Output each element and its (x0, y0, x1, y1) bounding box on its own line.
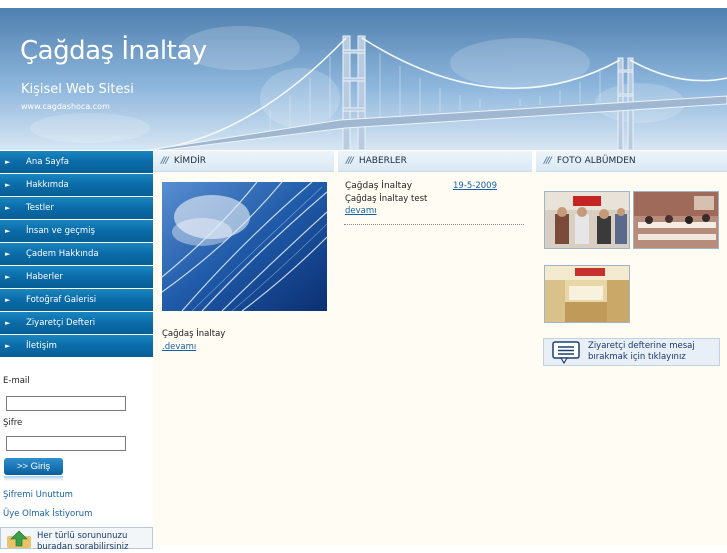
kimdir-heading: KİMDİR (173, 156, 207, 166)
login-button-reflection (4, 476, 63, 481)
arrow-right-icon: ► (5, 250, 11, 258)
arrow-right-icon: ► (5, 273, 11, 281)
arrow-right-icon: ► (5, 227, 11, 235)
haberler-header: /// HABERLER (338, 151, 532, 172)
kimdir-header: /// KİMDİR (153, 151, 334, 172)
nav-item-fotograf-galerisi[interactable]: ► Fotoğraf Galerisi (0, 289, 153, 311)
haberler-heading: HABERLER (358, 156, 407, 166)
album-photo-3[interactable] (544, 265, 630, 323)
sidebar-nav: ► Ana Sayfa ► Hakkımda ► Testler ► İnsan ve … (0, 151, 153, 358)
nav-item-ziyaretci-defteri[interactable]: ► Ziyaretçi Defteri (0, 312, 153, 334)
nav-item-label: Hakkımda (26, 180, 69, 190)
album-photo-2[interactable] (633, 191, 719, 249)
nav-item-haberler[interactable]: ► Haberler (0, 266, 153, 288)
password-label: Şifre (3, 418, 23, 428)
login-button[interactable]: >> Giriş (4, 458, 63, 475)
kimdir-more-link[interactable]: .devamı (162, 342, 196, 352)
nav-item-label: Ziyaretçi Defteri (26, 318, 96, 328)
arrow-right-icon: ► (5, 342, 11, 350)
header-banner: Çağdaş İnaltay Kişisel Web Sitesi www.ca… (0, 8, 727, 150)
arrow-right-icon: ► (5, 319, 11, 327)
nav-item-label: Testler (26, 203, 54, 213)
arrow-right-icon: ► (5, 204, 11, 212)
email-field[interactable] (6, 396, 126, 411)
bridge-banner-image (0, 8, 727, 150)
album-photo-1[interactable] (544, 191, 630, 249)
arrow-right-icon: ► (5, 181, 11, 189)
news-divider (344, 224, 524, 225)
news-date[interactable]: 19-5-2009 (453, 181, 497, 191)
site-subtitle: Kişisel Web Sitesi (21, 82, 134, 97)
nav-item-hakkimda[interactable]: ► Hakkımda (0, 174, 153, 196)
news-title[interactable]: Çağdaş İnaltay (345, 181, 412, 191)
slashes-icon: /// (346, 156, 354, 166)
arrow-right-icon: ► (5, 296, 11, 304)
nav-item-ana-sayfa[interactable]: ► Ana Sayfa (0, 151, 153, 173)
help-text: Her türlü sorununuzu buradan sorabilirsi… (37, 531, 129, 552)
help-box[interactable]: Her türlü sorununuzu buradan sorabilirsi… (0, 527, 153, 552)
nav-item-label: Çadem Hakkında (26, 249, 99, 259)
kimdir-name: Çağdaş İnaltay (162, 329, 226, 339)
album-heading: FOTO ALBÜMDEN (556, 156, 636, 166)
message-icon (552, 341, 580, 364)
site-url: www.cagdashoca.com (21, 102, 110, 111)
nav-item-label: İnsan ve geçmiş (26, 226, 95, 236)
album-header: /// FOTO ALBÜMDEN (536, 151, 727, 172)
nav-item-label: Ana Sayfa (26, 157, 69, 167)
nav-item-cadem-hakkinda[interactable]: ► Çadem Hakkında (0, 243, 153, 265)
arrow-right-icon: ► (5, 158, 11, 166)
forgot-password-link[interactable]: Şifremi Unuttum (3, 490, 73, 500)
nav-item-label: İletişim (26, 341, 57, 351)
guestbook-button[interactable]: Ziyaretçi defterine mesaj bırakmak için … (543, 338, 720, 366)
password-field[interactable] (6, 436, 126, 451)
slashes-icon: /// (161, 156, 169, 166)
nav-item-label: Haberler (26, 272, 63, 282)
email-label: E-mail (3, 376, 30, 386)
guestbook-text: Ziyaretçi defterine mesaj bırakmak için … (588, 341, 695, 362)
nav-item-label: Fotoğraf Galerisi (26, 295, 97, 305)
kimdir-image (162, 182, 327, 311)
nav-item-insan-ve-gecmis[interactable]: ► İnsan ve geçmiş (0, 220, 153, 242)
help-arrow-icon (7, 530, 31, 548)
news-summary: Çağdaş İnaltay test (345, 194, 428, 204)
nav-item-iletisim[interactable]: ► İletişim (0, 335, 153, 357)
slashes-icon: /// (544, 156, 552, 166)
news-more-link[interactable]: devamı (345, 206, 377, 216)
site-title: Çağdaş İnaltay (20, 36, 207, 66)
nav-item-testler[interactable]: ► Testler (0, 197, 153, 219)
register-link[interactable]: Üye Olmak İstiyorum (3, 509, 92, 519)
